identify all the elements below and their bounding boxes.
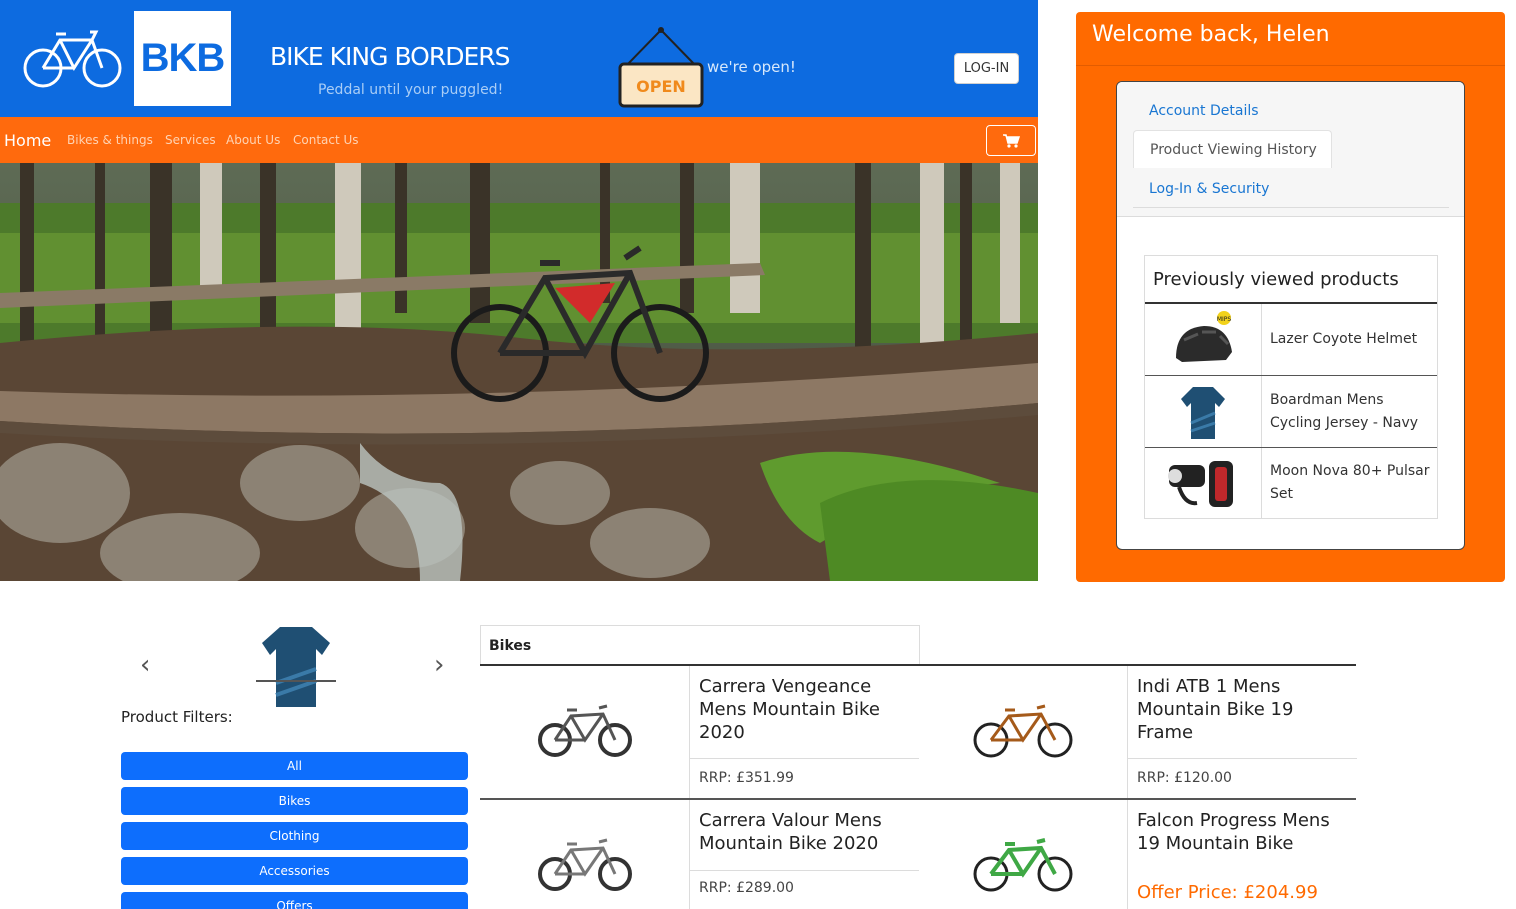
tab-account-details[interactable]: Account Details — [1133, 92, 1259, 130]
tabs-divider — [1133, 207, 1449, 208]
cart-button[interactable] — [986, 125, 1036, 156]
jersey-thumbnail — [1145, 376, 1262, 447]
svg-text:MIPS: MIPS — [1217, 316, 1232, 323]
product-price: RRP: £289.00 — [699, 880, 794, 896]
lights-thumbnail — [1145, 448, 1262, 518]
product-name[interactable]: Boardman Mens Cycling Jersey - Navy — [1262, 376, 1437, 447]
product-card[interactable]: Carrera Vengeance Mens Mountain Bike 202… — [481, 666, 919, 798]
product-name[interactable]: Moon Nova 80+ Pulsar Set — [1262, 448, 1437, 518]
nav-item-services[interactable]: Services — [165, 117, 216, 163]
product-image[interactable] — [481, 666, 690, 798]
product-price: RRP: £120.00 — [1137, 770, 1232, 786]
list-item[interactable]: Boardman Mens Cycling Jersey - Navy — [1145, 376, 1437, 448]
helmet-icon: MIPS — [1176, 310, 1232, 362]
mountain-bike-icon — [538, 838, 632, 891]
nav-item-home[interactable]: Home — [4, 117, 51, 163]
site-header: BKB BIKE KING BORDERS Peddal until your … — [0, 0, 1038, 117]
tab-product-viewing-history[interactable]: Product Viewing History — [1133, 130, 1332, 168]
hero-image — [0, 163, 1038, 581]
product-name[interactable]: Carrera Vengeance Mens Mountain Bike 202… — [699, 675, 909, 744]
product-image[interactable] — [919, 800, 1128, 909]
welcome-title: Welcome back, Helen — [1092, 22, 1330, 47]
filter-accessories-button[interactable]: Accessories — [121, 857, 468, 885]
nav-item-contact[interactable]: Contact Us — [293, 117, 359, 163]
panel-divider — [1076, 65, 1505, 66]
account-panel: Welcome back, Helen Account Details Prod… — [1076, 12, 1505, 582]
price-divider — [1128, 758, 1357, 759]
nav-item-bikes[interactable]: Bikes & things — [67, 117, 153, 163]
open-sign-icon: OPEN — [618, 27, 704, 108]
price-divider — [690, 870, 919, 871]
product-name[interactable]: Falcon Progress Mens 19 Mountain Bike — [1137, 809, 1347, 855]
product-card[interactable]: Falcon Progress Mens 19 Mountain Bike Of… — [919, 800, 1357, 909]
product-image[interactable] — [481, 800, 690, 909]
mountain-bike-icon — [973, 704, 1073, 758]
filter-offers-button[interactable]: Offers — [121, 892, 468, 909]
brand-name: BIKE KING BORDERS — [270, 42, 510, 71]
product-image[interactable] — [919, 666, 1128, 798]
carousel-jersey-image — [256, 627, 336, 707]
main-nav: Home Bikes & things Services About Us Co… — [0, 117, 1038, 163]
product-card[interactable]: Carrera Valour Mens Mountain Bike 2020 R… — [481, 800, 919, 909]
logo[interactable]: BKB — [134, 11, 231, 106]
product-card[interactable]: Indi ATB 1 Mens Mountain Bike 19 Frame R… — [919, 666, 1357, 798]
mountain-bike-icon — [538, 704, 632, 757]
filter-clothing-button[interactable]: Clothing — [121, 822, 468, 850]
category-title: Bikes — [480, 625, 920, 665]
account-card: Account Details Product Viewing History … — [1116, 81, 1465, 550]
cart-icon — [1003, 133, 1020, 148]
price-divider — [690, 758, 919, 759]
previously-viewed-table: Previously viewed products MIPS Lazer Co… — [1144, 255, 1438, 519]
filter-bikes-button[interactable]: Bikes — [121, 787, 468, 815]
carousel-next-icon[interactable]: › — [434, 650, 444, 680]
bike-light-icon — [1168, 461, 1233, 507]
filter-all-button[interactable]: All — [121, 752, 468, 780]
product-price: RRP: £351.99 — [699, 770, 794, 786]
list-item[interactable]: Moon Nova 80+ Pulsar Set — [1145, 448, 1437, 518]
offer-price: Offer Price: £204.99 — [1137, 882, 1318, 903]
login-button[interactable]: LOG-IN — [954, 53, 1019, 84]
product-name[interactable]: Carrera Valour Mens Mountain Bike 2020 — [699, 809, 909, 855]
product-name[interactable]: Lazer Coyote Helmet — [1262, 304, 1437, 375]
bike-logo-icon — [23, 30, 122, 88]
nav-item-about[interactable]: About Us — [226, 117, 280, 163]
filters-title: Product Filters: — [121, 708, 233, 726]
open-sign-text: OPEN — [636, 77, 686, 96]
list-item[interactable]: MIPS Lazer Coyote Helmet — [1145, 304, 1437, 376]
logo-text: BKB — [140, 36, 226, 80]
helmet-thumbnail: MIPS — [1145, 304, 1262, 375]
product-name[interactable]: Indi ATB 1 Mens Mountain Bike 19 Frame — [1137, 675, 1347, 744]
brand-tagline: Peddal until your puggled! — [318, 82, 504, 98]
carousel-prev-icon[interactable]: ‹ — [140, 650, 150, 680]
open-status: we're open! — [707, 58, 796, 76]
tab-login-security[interactable]: Log-In & Security — [1133, 170, 1269, 208]
mountain-bike-icon — [973, 838, 1073, 892]
previously-viewed-title: Previously viewed products — [1145, 256, 1437, 304]
jersey-icon — [1181, 386, 1225, 439]
account-tabs: Account Details Product Viewing History … — [1117, 82, 1464, 217]
